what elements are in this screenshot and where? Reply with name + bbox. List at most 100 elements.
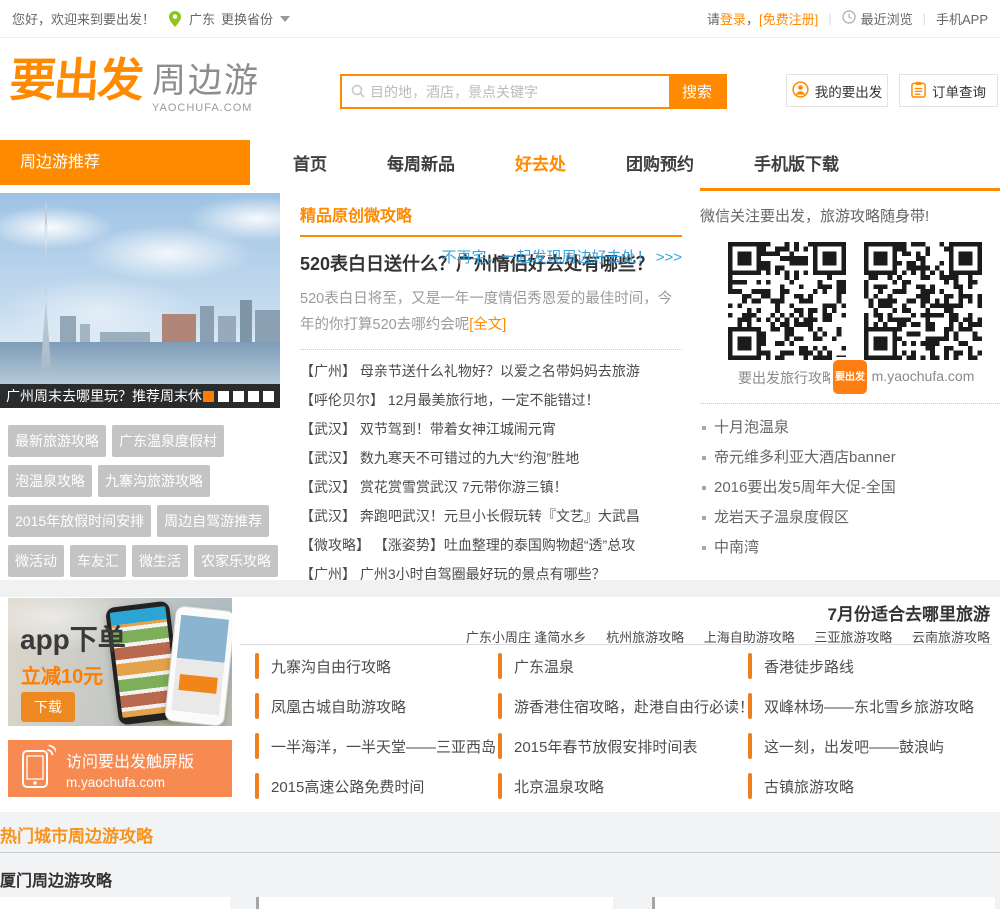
side-link[interactable]: 中南湾 (700, 533, 1000, 563)
nav-item-weekly-new[interactable]: 每周新品 (387, 150, 455, 175)
guide-link[interactable]: 2015高速公路免费时间 (255, 773, 493, 799)
city-card[interactable] (652, 897, 995, 909)
current-province[interactable]: 广东 (189, 9, 215, 28)
hot-cities-title: 热门城市周边游攻略 (0, 827, 153, 846)
chevron-down-icon (280, 15, 291, 22)
tag-link[interactable]: 九寨沟旅游攻略 (98, 465, 210, 497)
carousel-caption-bar: 广州周末去哪里玩？推荐周末休 (0, 384, 280, 408)
carousel-dot[interactable] (203, 390, 214, 402)
sub-link[interactable]: 杭州旅游攻略 (606, 630, 684, 643)
carousel-banner[interactable]: 广州周末去哪里玩？推荐周末休 (0, 193, 280, 408)
list-item[interactable]: 【呼伦贝尔】 12月最美旅行地，一定不能错过！ (300, 386, 682, 415)
side-link[interactable]: 帝元维多利亚大酒店banner (700, 443, 1000, 473)
search-input[interactable] (342, 76, 669, 107)
touch-site-banner[interactable]: 访问要出发触屏版 m.yaochufa.com (8, 740, 232, 797)
tag-link[interactable]: 广东温泉度假村 (112, 425, 224, 457)
change-province-link[interactable]: 更换省份 (221, 9, 291, 28)
guide-link[interactable]: 广东温泉 (498, 653, 736, 679)
my-account-button[interactable]: 我的要出发 (786, 74, 888, 107)
side-links-list: 十月泡温泉 帝元维多利亚大酒店banner 2016要出发5周年大促-全国 龙岩… (700, 413, 1000, 563)
sub-link[interactable]: 广东小周庄 逢简水乡 (466, 630, 587, 643)
orange-bar-icon (498, 653, 502, 679)
main-nav: 周边游推荐 首页 每周新品 好去处 团购预约 手机版下载 (0, 140, 1000, 185)
carousel-caption: 广州周末去哪里玩？推荐周末休 (6, 388, 202, 404)
list-item[interactable]: 【广州】 母亲节送什么礼物好？以爱之名带妈妈去旅游 (300, 357, 682, 386)
guide-link[interactable]: 北京温泉攻略 (498, 773, 736, 799)
list-item[interactable]: 【武汉】 双节驾到！带着女神江城闹元宵 (300, 415, 682, 444)
full-text-link[interactable]: [全文] (469, 317, 506, 333)
tag-link[interactable]: 农家乐攻略 (194, 545, 278, 577)
phone-art-white (164, 605, 232, 726)
orange-bar-icon (255, 653, 259, 679)
sub-link[interactable]: 云南旅游攻略 (912, 630, 990, 643)
qr-center-logo: 要出发 (830, 357, 870, 397)
tag-link[interactable]: 周边自驾游推荐 (157, 505, 270, 537)
tag-link[interactable]: 微生活 (132, 545, 188, 577)
nav-links: 首页 每周新品 好去处 团购预约 手机版下载 (293, 140, 839, 185)
order-query-button[interactable]: 订单查询 (899, 74, 998, 107)
list-item[interactable]: 【微攻略】 【涨姿势】吐血整理的泰国购物超“透”总攻 (300, 531, 682, 560)
tag-link[interactable]: 微活动 (8, 545, 64, 577)
city-card[interactable] (0, 897, 230, 909)
mobile-app-link[interactable]: 手机APP (936, 9, 988, 28)
search-box: 搜索 (340, 74, 727, 109)
carousel-dot[interactable] (233, 390, 244, 402)
logo-sub-text: 周边游 (152, 62, 260, 100)
site-logo[interactable]: 要出发 周边游 YAOCHUFA.COM (7, 54, 260, 114)
tag-link[interactable]: 2015年放假时间安排 (8, 505, 152, 537)
guide-link[interactable]: 凤凰古城自助游攻略 (255, 693, 493, 719)
sub-link[interactable]: 上海自助游攻略 (704, 630, 795, 643)
micro-guides-title: 精品原创微攻略 (300, 208, 413, 225)
guide-link[interactable]: 双峰林场——东北雪乡旅游攻略 (748, 693, 986, 719)
side-link[interactable]: 2016要出发5周年大促-全国 (700, 473, 1000, 503)
orange-bar-icon (498, 693, 502, 719)
tag-link[interactable]: 最新旅游攻略 (8, 425, 106, 457)
side-link[interactable]: 十月泡温泉 (700, 413, 1000, 443)
guide-link[interactable]: 一半海洋，一半天堂——三亚西岛 (255, 733, 496, 759)
carousel-dot[interactable] (263, 390, 274, 402)
tag-cloud: 最新旅游攻略 广东温泉度假村泡温泉攻略 九寨沟旅游攻略 2015年放假时间安排 周边自驾… (8, 425, 284, 585)
orange-bar-icon (748, 653, 752, 679)
app-promo-banner[interactable]: app下单 立减10元 下载 (8, 598, 232, 726)
orange-bar-icon (748, 733, 752, 759)
city-card[interactable] (256, 897, 613, 909)
guide-link[interactable]: 香港徒步路线 (748, 653, 986, 679)
list-item[interactable]: 【武汉】 奔跑吧武汉！元旦小长假玩转『文艺』大武昌 (300, 502, 682, 531)
list-item[interactable]: 【武汉】 数九寒天不可错过的九大“约泡”胜地 (300, 444, 682, 473)
guide-link[interactable]: 古镇旅游攻略 (748, 773, 986, 799)
touch-banner-line1: 访问要出发触屏版 (66, 753, 195, 771)
nav-item-home[interactable]: 首页 (293, 150, 327, 175)
download-button[interactable]: 下载 (21, 692, 75, 722)
guide-link[interactable]: 游香港住宿攻略，赴港自由行必读！ (498, 693, 754, 719)
list-item[interactable]: 【武汉】 赏花赏雪赏武汉 7元带你游三镇！ (300, 473, 682, 502)
tag-link[interactable]: 泡温泉攻略 (8, 465, 92, 497)
nav-item-good-places[interactable]: 好去处 (515, 150, 566, 175)
sub-link[interactable]: 三亚旅游攻略 (814, 630, 892, 643)
promo-link[interactable]: 不再宅，一起发现周边好去处！ >>> (442, 246, 682, 267)
nav-item-mobile-download[interactable]: 手机版下载 (754, 150, 839, 175)
login-link[interactable]: 登录 (720, 12, 746, 27)
guide-link[interactable]: 九寨沟自由行攻略 (255, 653, 493, 679)
header: 要出发 周边游 YAOCHUFA.COM 搜索 我的要出发 订单查询 (0, 38, 1000, 140)
topbar-right: 请登录，[免费注册] | 最近浏览 | 手机APP (707, 9, 988, 28)
register-link[interactable]: [免费注册] (759, 12, 818, 27)
guide-link[interactable]: 这一刻，出发吧——鼓浪屿 (748, 733, 986, 759)
wechat-title: 微信关注要出发，旅游攻略随身带! (700, 208, 930, 225)
guide-link[interactable]: 2015年春节放假安排时间表 (498, 733, 736, 759)
page: 您好，欢迎来到要出发！ 广东 更换省份 请登录，[免费注册] | 最近浏览 | … (0, 0, 1000, 909)
recent-viewed-link[interactable]: 最近浏览 (841, 9, 913, 28)
carousel-dot[interactable] (248, 390, 259, 402)
carousel-dot[interactable] (218, 390, 229, 402)
search-button[interactable]: 搜索 (669, 76, 725, 107)
tag-link[interactable]: 车友汇 (70, 545, 126, 577)
search-icon (351, 84, 365, 103)
nav-item-group-booking[interactable]: 团购预约 (626, 150, 694, 175)
side-link[interactable]: 龙岩天子温泉度假区 (700, 503, 1000, 533)
featured-summary: 520表白日将至，又是一年一度情侣秀恩爱的最佳时间，今年的你打算520去哪约会呢… (300, 291, 673, 333)
nav-recommend-block[interactable]: 周边游推荐 (0, 140, 250, 185)
orange-bar-icon (748, 693, 752, 719)
user-icon (792, 80, 809, 101)
micro-guides-list: 【广州】 母亲节送什么礼物好？以爱之名带妈妈去旅游 【呼伦贝尔】 12月最美旅行… (300, 357, 682, 589)
logo-main-text: 要出发 (7, 54, 145, 106)
login-area: 请登录，[免费注册] (707, 9, 818, 28)
